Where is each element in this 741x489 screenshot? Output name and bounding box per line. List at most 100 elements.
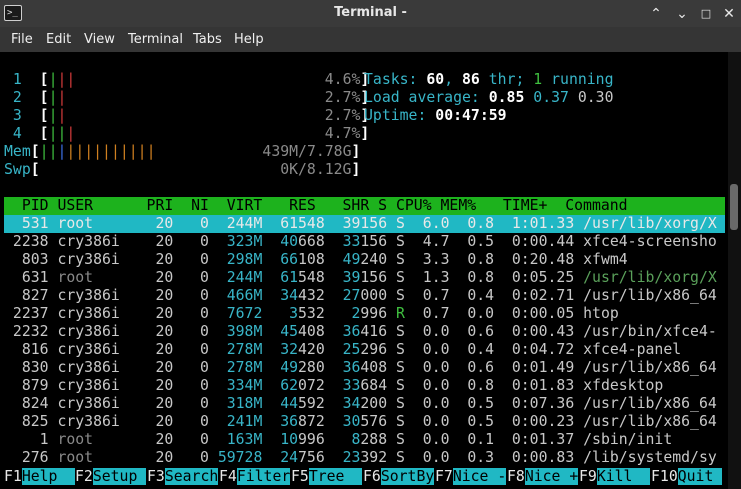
cell-command: /lib/systemd/sy <box>583 449 717 466</box>
cell-shr-low: 416 <box>360 323 388 340</box>
fkey-number: F2 <box>75 468 93 485</box>
table-row[interactable]: 825 cry386i 20 0 241M 36872 30576 S 0.0 … <box>4 413 717 431</box>
fkey-label: Setup <box>92 468 147 485</box>
cell-command: /usr/lib/xorg/X <box>583 269 717 286</box>
cell-command: xfwm4 <box>583 251 628 268</box>
scrollbar[interactable] <box>728 52 741 489</box>
fkey-filter[interactable]: F4Filter <box>219 468 291 486</box>
meter-gap <box>75 71 324 88</box>
cell-res-high: 24 <box>262 449 299 466</box>
cell-res-low: 108 <box>298 251 325 268</box>
menu-view[interactable]: View <box>84 27 115 52</box>
cell-state: S <box>396 341 405 358</box>
function-key-bar: F1Help F2Setup F3Search F4Filter F5Tree F6… <box>4 468 741 486</box>
scrollbar-thumb[interactable] <box>730 184 738 230</box>
terminal-area[interactable]: 1 [||| 4.6%] 2 [|| 2.7%] 3 [|| 2.7%] 4 [… <box>0 52 741 489</box>
close-icon[interactable]: ✕ <box>719 4 739 24</box>
table-row[interactable]: 2237 cry386i 20 0 7672 3532 2996 R 0.7 0… <box>4 305 619 323</box>
meter-gap <box>66 89 324 106</box>
menu-terminal[interactable]: Terminal <box>128 27 183 52</box>
mem-meter-label: Mem <box>4 143 31 160</box>
minimize-icon[interactable]: ⌃ <box>646 4 666 24</box>
cell-command: /usr/lib/x86_64 <box>583 359 717 376</box>
cell-shr-high: 33 <box>324 233 361 250</box>
table-row[interactable]: 1 root 20 0 163M 10996 8288 S 0.0 0.1 0:… <box>4 431 673 449</box>
cell-pid: 2238 <box>4 233 58 250</box>
cell-res-low: 872 <box>298 413 325 430</box>
meter-bracket: [ <box>30 89 49 106</box>
table-row[interactable]: 2238 cry386i 20 0 323M 40668 33156 S 4.7… <box>4 233 717 251</box>
cell-state: S <box>396 215 405 232</box>
maximize-icon[interactable]: ⌄ <box>672 4 692 24</box>
cell-virt: 334M <box>217 377 263 394</box>
table-row[interactable]: 2232 cry386i 20 0 398M 45408 36416 S 0.0… <box>4 323 717 341</box>
cpu-meter-value: 4.6% <box>324 71 361 88</box>
load-5min: 0.37 <box>533 89 569 106</box>
cell-res-low: 548 <box>298 269 325 286</box>
fkey-number: F10 <box>651 468 678 485</box>
cell-state: S <box>396 287 405 304</box>
fkey-search[interactable]: F3Search <box>147 468 219 486</box>
cell-pid: 631 <box>4 269 58 286</box>
cell-space <box>387 395 396 412</box>
cell-stats: 3.3 0.8 0:20.48 <box>404 251 584 268</box>
cell-shr-low: 392 <box>360 449 388 466</box>
menu-tabs[interactable]: Tabs <box>193 27 222 52</box>
cell-pri: 20 <box>137 431 183 448</box>
cell-stats: 0.0 0.6 0:00.43 <box>404 323 584 340</box>
cell-ni: 0 <box>182 215 218 232</box>
title-bar[interactable]: >_ Terminal - ⌃ ⌄ □ ✕ <box>0 0 741 27</box>
cell-user: cry386i <box>57 341 138 358</box>
cell-res-high: 34 <box>262 287 299 304</box>
cpu-meter-id: 2 <box>4 89 31 106</box>
cell-stats: 0.0 0.5 0:00.23 <box>404 413 584 430</box>
table-row[interactable]: 803 cry386i 20 0 298M 66108 49240 S 3.3 … <box>4 251 628 269</box>
threads-label: thr; <box>479 71 534 88</box>
fkey-kill[interactable]: F9Kill <box>579 468 651 486</box>
cell-virt: 278M <box>217 359 263 376</box>
cell-space <box>387 233 396 250</box>
tasks-sep: , <box>444 71 463 88</box>
fkey-nice[interactable]: F7Nice - <box>435 468 507 486</box>
table-row[interactable]: 631 root 20 0 244M 61548 39156 S 1.3 0.8… <box>4 269 717 287</box>
fkey-number: F6 <box>363 468 381 485</box>
cell-pid: 816 <box>4 341 58 358</box>
fkey-help[interactable]: F1Help <box>4 468 76 486</box>
cell-space <box>387 305 396 322</box>
cell-ni: 0 <box>182 305 218 322</box>
swp-meter: Swp[ 0K/8.12G] <box>4 161 360 179</box>
cell-state: S <box>396 395 405 412</box>
process-table-header[interactable]: PID USER PRI NI VIRT RES SHR S CPU% MEM%… <box>4 197 628 215</box>
maximize-box-icon[interactable]: □ <box>696 4 716 24</box>
fkey-nice[interactable]: F8Nice + <box>507 468 579 486</box>
cell-command: /sbin/init <box>583 431 673 448</box>
menu-help[interactable]: Help <box>234 27 264 52</box>
cpu-meter-bar: || <box>48 125 67 142</box>
table-row[interactable]: 830 cry386i 20 0 278M 49280 36408 S 0.0 … <box>4 359 717 377</box>
cell-shr-high: 36 <box>324 323 361 340</box>
cell-user: cry386i <box>57 287 138 304</box>
fkey-setup[interactable]: F2Setup <box>75 468 147 486</box>
fkey-label: Tree <box>308 468 363 485</box>
fkey-label: Quit <box>677 468 723 485</box>
cell-virt: 241M <box>217 413 263 430</box>
table-row[interactable]: 276 root 20 0 59728 24756 23392 S 0.0 0.… <box>4 449 717 467</box>
cell-user: root <box>57 269 138 286</box>
meter-bracket: [ <box>30 71 49 88</box>
table-row[interactable]: 824 cry386i 20 0 318M 44592 34200 S 0.0 … <box>4 395 717 413</box>
fkey-quit[interactable]: F10Quit <box>651 468 723 486</box>
table-row[interactable]: 531 root 20 0 244M 61548 39156 S 6.0 0.8… <box>4 215 717 233</box>
menu-file[interactable]: File <box>11 27 33 52</box>
table-row[interactable]: 879 cry386i 20 0 334M 62072 33684 S 0.0 … <box>4 377 664 395</box>
cell-user: cry386i <box>57 395 138 412</box>
cell-pri: 20 <box>137 413 183 430</box>
fkey-sortby[interactable]: F6SortBy <box>363 468 435 486</box>
cell-command: /usr/bin/xfce4- <box>583 323 717 340</box>
cell-stats: 0.0 0.6 0:01.49 <box>404 359 584 376</box>
table-row[interactable]: 827 cry386i 20 0 466M 34432 27000 S 0.7 … <box>4 287 717 305</box>
cell-res-high: 44 <box>262 395 299 412</box>
fkey-tree[interactable]: F5Tree <box>291 468 363 486</box>
table-row[interactable]: 816 cry386i 20 0 278M 32420 25296 S 0.0 … <box>4 341 681 359</box>
menu-edit[interactable]: Edit <box>46 27 71 52</box>
cell-pri: 20 <box>137 215 183 232</box>
